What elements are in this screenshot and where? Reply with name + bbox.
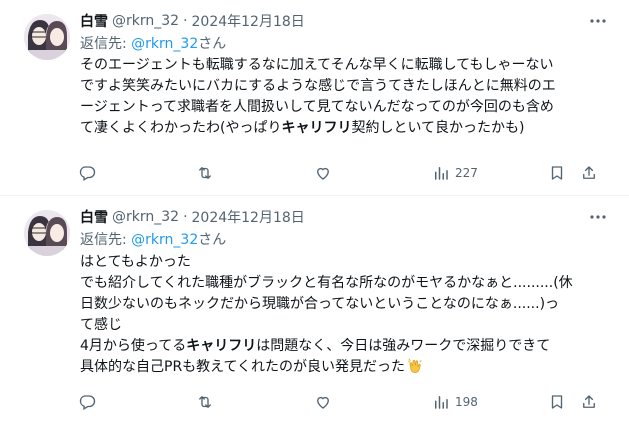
more-icon (590, 19, 606, 23)
text-segment: て凄くよくわかったわ(やっぱり (80, 120, 282, 136)
user-handle[interactable]: @rkrn_32 (112, 209, 179, 225)
retweet-button[interactable] (196, 163, 214, 183)
reply-icon (79, 166, 96, 181)
reply-mention[interactable]: @rkrn_32 (131, 36, 198, 52)
views-icon (435, 396, 448, 409)
reply-suffix: さん (198, 232, 227, 248)
reply-label: 返信先: (80, 232, 132, 248)
more-button[interactable] (587, 210, 609, 224)
timeline: 白雪 @rkrn_32 · 2024年12月18日 返信先: @rkrn_32さ… (0, 0, 629, 427)
bookmark-button[interactable] (548, 392, 566, 412)
avatar-illustration (24, 14, 70, 60)
tweet-text-line: 4月から使ってるキャリフリは問題なく、今日は強みワークで深掘りできて (80, 336, 614, 357)
reply-mention[interactable]: @rkrn_32 (131, 232, 198, 248)
reply-to: 返信先: @rkrn_32さん (80, 229, 226, 249)
tweet-text-line: はとてもよかった (80, 254, 191, 270)
text-segment: 4月から使ってる (80, 338, 187, 354)
share-icon (583, 395, 595, 408)
avatar[interactable] (24, 14, 70, 60)
views-count: 198 (455, 395, 478, 409)
tweet-text-line: て凄くよくわかったわ(やっぱりキャリフリ契約しといて良かったかも) (80, 118, 614, 139)
views-icon (435, 167, 448, 180)
tweet-text-line: て感じ (80, 317, 122, 333)
bookmark-icon (551, 166, 563, 180)
text-segment: 具体的な自己PRも教えてくれたのが良い発見だった (80, 359, 406, 375)
tweet-header: 白雪 @rkrn_32 · 2024年12月18日 (80, 206, 589, 228)
reply-label: 返信先: (80, 36, 132, 52)
tweet-text-line: ージェントって求職者を人間扱いして見てないんだなってのが今回のも含め (80, 99, 554, 115)
tweet-text-line: そのエージェントも転職するなに加えてそんな早くに転職してもしゃーない (80, 57, 554, 73)
tweet-text: そのエージェントも転職するなに加えてそんな早くに転職してもしゃーない ですよ笑笑… (80, 55, 614, 139)
avatar[interactable] (24, 210, 70, 256)
bookmark-icon (551, 395, 563, 409)
like-icon (317, 167, 329, 180)
action-bar: 227 (78, 163, 598, 183)
separator: · (183, 13, 188, 29)
reply-suffix: さん (198, 36, 227, 52)
clapping-hands-icon (408, 358, 422, 373)
tweet-text-line: ですよ笑笑みたいにバカにするような感じで言うてきたしほんとに無料のエ (80, 78, 556, 94)
more-icon (590, 215, 606, 219)
like-icon (317, 396, 329, 409)
reply-icon (79, 395, 96, 410)
retweet-icon (199, 396, 211, 408)
tweet-date[interactable]: 2024年12月18日 (192, 11, 305, 31)
views-button[interactable]: 198 (432, 392, 478, 412)
retweet-button[interactable] (196, 392, 214, 412)
tweet-header: 白雪 @rkrn_32 · 2024年12月18日 (80, 10, 589, 32)
tweet-text-line: でも紹介してくれた職種がブラックと有名な所なのがモヤるかなぁと.........… (80, 275, 573, 291)
like-button[interactable] (314, 392, 332, 412)
reply-button[interactable] (78, 163, 96, 183)
more-button[interactable] (587, 14, 609, 28)
tweet-date[interactable]: 2024年12月18日 (192, 207, 305, 227)
retweet-icon (199, 167, 211, 179)
bookmark-button[interactable] (548, 163, 566, 183)
tweet-text: はとてもよかった でも紹介してくれた職種がブラックと有名な所なのがモヤるかなぁと… (80, 252, 614, 378)
text-segment: は問題なく、今日は強みワークで深掘りできて (256, 338, 551, 354)
action-bar: 198 (78, 392, 598, 412)
display-name[interactable]: 白雪 (80, 11, 108, 31)
share-button[interactable] (580, 163, 598, 183)
views-count: 227 (455, 166, 478, 180)
share-icon (583, 166, 595, 179)
tweet[interactable]: 白雪 @rkrn_32 · 2024年12月18日 返信先: @rkrn_32さ… (0, 0, 629, 196)
tweet-text-line: 日数少ないのもネックだから現職が合ってないということなのになぁ......)っ (80, 296, 560, 312)
avatar-illustration (24, 210, 70, 256)
tweet[interactable]: 白雪 @rkrn_32 · 2024年12月18日 返信先: @rkrn_32さ… (0, 196, 629, 427)
bold-text: キャリフリ (186, 338, 257, 354)
tweet-text-line: 具体的な自己PRも教えてくれたのが良い発見だった (80, 357, 614, 378)
bold-text: キャリフリ (281, 120, 352, 136)
like-button[interactable] (314, 163, 332, 183)
display-name[interactable]: 白雪 (80, 207, 108, 227)
views-button[interactable]: 227 (432, 163, 478, 183)
text-segment: 契約しといて良かったかも) (351, 120, 525, 136)
separator: · (183, 209, 188, 225)
reply-button[interactable] (78, 392, 96, 412)
reply-to: 返信先: @rkrn_32さん (80, 33, 226, 53)
share-button[interactable] (580, 392, 598, 412)
user-handle[interactable]: @rkrn_32 (112, 13, 179, 29)
